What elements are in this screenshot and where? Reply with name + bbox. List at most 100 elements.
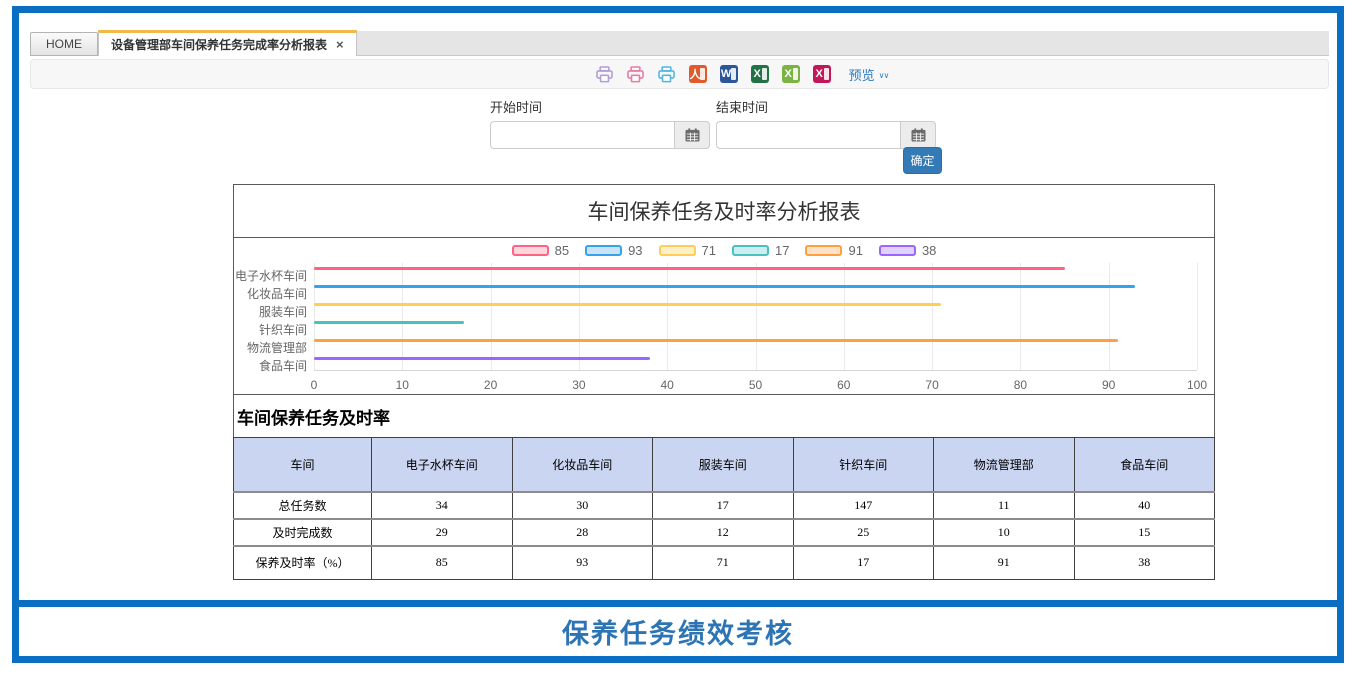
- table-section-title: 车间保养任务及时率: [233, 395, 1215, 437]
- end-time-calendar-button[interactable]: [900, 121, 936, 149]
- legend-swatch: [805, 245, 842, 256]
- table-cell: 25: [793, 519, 934, 546]
- table-cell: 12: [653, 519, 794, 546]
- tab-home[interactable]: HOME: [30, 32, 98, 56]
- print-icon[interactable]: [595, 64, 615, 84]
- export-word-icon[interactable]: W: [719, 64, 739, 84]
- x-axis-tick: 80: [1014, 378, 1027, 392]
- preview-button[interactable]: 预览 ∨∨: [849, 65, 889, 84]
- legend-item[interactable]: 38: [879, 243, 936, 258]
- table-cell: 10: [934, 519, 1075, 546]
- bar: [314, 321, 464, 324]
- row-label: 及时完成数: [234, 519, 372, 546]
- table-header-cell: 车间: [234, 438, 372, 492]
- toolbar: 人WXXX 预览 ∨∨: [30, 59, 1329, 89]
- toolbar-icons: 人WXXX: [595, 64, 832, 84]
- end-time-input[interactable]: [716, 121, 900, 149]
- legend-label: 85: [555, 243, 569, 258]
- legend-item[interactable]: 93: [585, 243, 642, 258]
- table-cell: 28: [512, 519, 653, 546]
- bar-row: [314, 335, 1197, 353]
- table-header-cell: 电子水杯车间: [372, 438, 513, 492]
- legend-label: 71: [702, 243, 716, 258]
- x-axis-tick: 0: [311, 378, 318, 392]
- table-header-cell: 化妆品车间: [512, 438, 653, 492]
- calendar-icon: [911, 128, 926, 142]
- table-header-cell: 针织车间: [793, 438, 934, 492]
- start-time-calendar-button[interactable]: [674, 121, 710, 149]
- y-axis-label: 化妆品车间: [234, 285, 314, 303]
- table-cell: 38: [1074, 546, 1215, 580]
- bar: [314, 267, 1065, 270]
- legend-item[interactable]: 91: [805, 243, 862, 258]
- table-row: 及时完成数292812251015: [234, 519, 1215, 546]
- tab-bar: HOME 设备管理部车间保养任务完成率分析报表 ×: [30, 30, 1329, 56]
- y-axis-label: 针织车间: [234, 321, 314, 339]
- legend-swatch: [879, 245, 916, 256]
- confirm-button[interactable]: 确定: [903, 147, 942, 174]
- legend-item[interactable]: 17: [732, 243, 789, 258]
- legend-label: 17: [775, 243, 789, 258]
- legend-label: 93: [628, 243, 642, 258]
- y-axis-label: 服装车间: [234, 303, 314, 321]
- table-cell: 71: [653, 546, 794, 580]
- close-icon[interactable]: ×: [336, 38, 344, 51]
- chart-ylabels: 电子水杯车间化妆品车间服装车间针织车间物流管理部食品车间: [234, 263, 314, 375]
- export-excel-alt-icon[interactable]: X: [812, 64, 832, 84]
- table-header-row: 车间电子水杯车间化妆品车间服装车间针织车间物流管理部食品车间: [234, 438, 1215, 492]
- footer-title: 保养任务绩效考核: [19, 607, 1337, 656]
- legend-item[interactable]: 85: [512, 243, 569, 258]
- bar: [314, 303, 941, 306]
- app-frame: HOME 设备管理部车间保养任务完成率分析报表 × 人WXXX 预览 ∨∨: [12, 6, 1344, 663]
- table-cell: 29: [372, 519, 513, 546]
- table-cell: 147: [793, 492, 934, 519]
- bar-row: [314, 263, 1197, 281]
- x-axis-tick: 90: [1102, 378, 1115, 392]
- chevron-down-icon: ∨∨: [879, 71, 889, 80]
- x-axis-tick: 70: [925, 378, 938, 392]
- y-axis-label: 食品车间: [234, 357, 314, 375]
- legend-label: 91: [848, 243, 862, 258]
- tab-report-label: 设备管理部车间保养任务完成率分析报表: [111, 36, 327, 53]
- table-header-cell: 物流管理部: [934, 438, 1075, 492]
- print-pdf-blue-icon[interactable]: [657, 64, 677, 84]
- start-time-input[interactable]: [490, 121, 674, 149]
- gridline: [1197, 263, 1198, 370]
- filter-area: 开始时间: [19, 89, 1337, 184]
- x-axis-tick: 100: [1187, 378, 1207, 392]
- bar-row: [314, 317, 1197, 335]
- tab-bar-filler: [357, 31, 1329, 56]
- table-cell: 11: [934, 492, 1075, 519]
- legend-item[interactable]: 71: [659, 243, 716, 258]
- table-cell: 91: [934, 546, 1075, 580]
- export-excel-2003-icon[interactable]: X: [781, 64, 801, 84]
- footer-divider: [19, 600, 1337, 607]
- x-axis-tick: 40: [661, 378, 674, 392]
- table-cell: 40: [1074, 492, 1215, 519]
- legend-swatch: [585, 245, 622, 256]
- end-time-label: 结束时间: [716, 97, 936, 116]
- export-excel-icon[interactable]: X: [750, 64, 770, 84]
- row-label: 保养及时率（%）: [234, 546, 372, 580]
- bar-row: [314, 353, 1197, 371]
- print-pdf-pink-icon[interactable]: [626, 64, 646, 84]
- footer: 保养任务绩效考核: [19, 600, 1337, 656]
- tab-report[interactable]: 设备管理部车间保养任务完成率分析报表 ×: [98, 30, 357, 56]
- table-cell: 15: [1074, 519, 1215, 546]
- legend-swatch: [659, 245, 696, 256]
- chart-xaxis: 0102030405060708090100: [314, 375, 1197, 392]
- x-axis-tick: 10: [396, 378, 409, 392]
- report-table: 车间电子水杯车间化妆品车间服装车间针织车间物流管理部食品车间 总任务数34301…: [233, 437, 1215, 580]
- bar-row: [314, 299, 1197, 317]
- y-axis-label: 电子水杯车间: [234, 267, 314, 285]
- chart-legend: 85 93 71 17 91 38: [234, 238, 1214, 263]
- report-title: 车间保养任务及时率分析报表: [233, 184, 1215, 238]
- export-pdf-icon[interactable]: 人: [688, 64, 708, 84]
- table-header-cell: 食品车间: [1074, 438, 1215, 492]
- bar: [314, 285, 1135, 288]
- x-axis-tick: 50: [749, 378, 762, 392]
- table-cell: 17: [793, 546, 934, 580]
- table-cell: 34: [372, 492, 513, 519]
- table-cell: 93: [512, 546, 653, 580]
- chart-plot: [314, 263, 1197, 371]
